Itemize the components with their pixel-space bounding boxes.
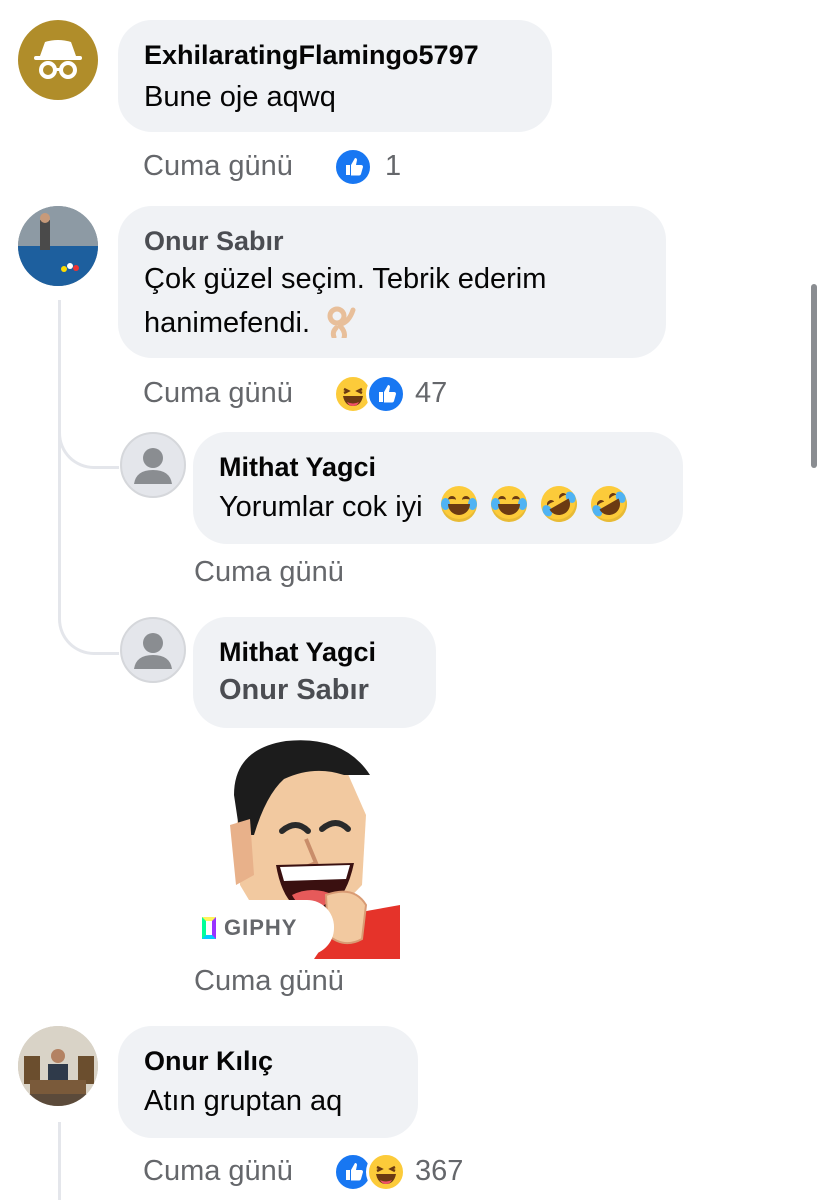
avatar[interactable] [120, 617, 186, 683]
avatar[interactable] [120, 432, 186, 498]
rofl-emoji [534, 479, 584, 529]
joy-emoji [490, 486, 527, 522]
scrollbar-thumb[interactable] [811, 284, 817, 468]
like-icon [333, 147, 373, 187]
mention-link[interactable]: Onur Sabır [219, 674, 369, 707]
avatar[interactable] [18, 20, 98, 100]
comment-author[interactable]: ExhilaratingFlamingo5797 [144, 40, 479, 71]
default-user-icon [134, 448, 172, 484]
haha-icon [366, 1152, 406, 1192]
incognito-icon [34, 40, 82, 79]
giphy-label: GIPHY [224, 915, 298, 940]
comment-text-line1: Çok güzel seçim. Tebrik ederim [144, 263, 547, 295]
giphy-logo-icon [202, 917, 216, 939]
ok-hand-emoji [326, 304, 358, 341]
office-photo [18, 1026, 98, 1106]
comment-time[interactable]: Cuma günü [143, 377, 293, 410]
reply-author[interactable]: Mithat Yagci [219, 452, 376, 483]
comment-time[interactable]: Cuma günü [143, 1155, 293, 1188]
billiards-photo [18, 206, 98, 286]
comment-text-line2: hanimefendi. [144, 302, 358, 344]
reply-text: Yorumlar cok iyi [219, 479, 634, 529]
default-user-icon [134, 633, 172, 669]
avatar[interactable] [18, 1026, 98, 1106]
reply-bubble [193, 617, 436, 728]
comment-text-line2-label: hanimefendi. [144, 307, 311, 339]
reaction-count[interactable]: 1 [385, 150, 401, 183]
comment-author[interactable]: Onur Sabır [144, 226, 284, 257]
comment-text: Atın gruptan aq [144, 1085, 343, 1117]
avatar[interactable] [18, 206, 98, 286]
giphy-badge: GIPHY [202, 913, 297, 943]
gif-image[interactable]: GIPHY [194, 735, 400, 959]
thread-branch-1 [58, 410, 119, 469]
rofl-emoji [584, 479, 634, 529]
reaction-count[interactable]: 47 [415, 377, 447, 410]
thread-line [58, 300, 61, 620]
reply-time[interactable]: Cuma günü [194, 965, 344, 998]
comment-author[interactable]: Onur Kılıç [144, 1046, 273, 1077]
like-icon [366, 374, 406, 414]
reply-author[interactable]: Mithat Yagci [219, 637, 376, 668]
reaction-count[interactable]: 367 [415, 1155, 463, 1188]
joy-emoji [440, 486, 477, 522]
comment-text: Bune oje aqwq [144, 81, 336, 113]
comment-time[interactable]: Cuma günü [143, 150, 293, 183]
thread-branch-2 [58, 596, 119, 655]
reply-time[interactable]: Cuma günü [194, 556, 344, 589]
thread-line-bottom [58, 1122, 61, 1200]
reply-text-label: Yorumlar cok iyi [219, 491, 423, 523]
